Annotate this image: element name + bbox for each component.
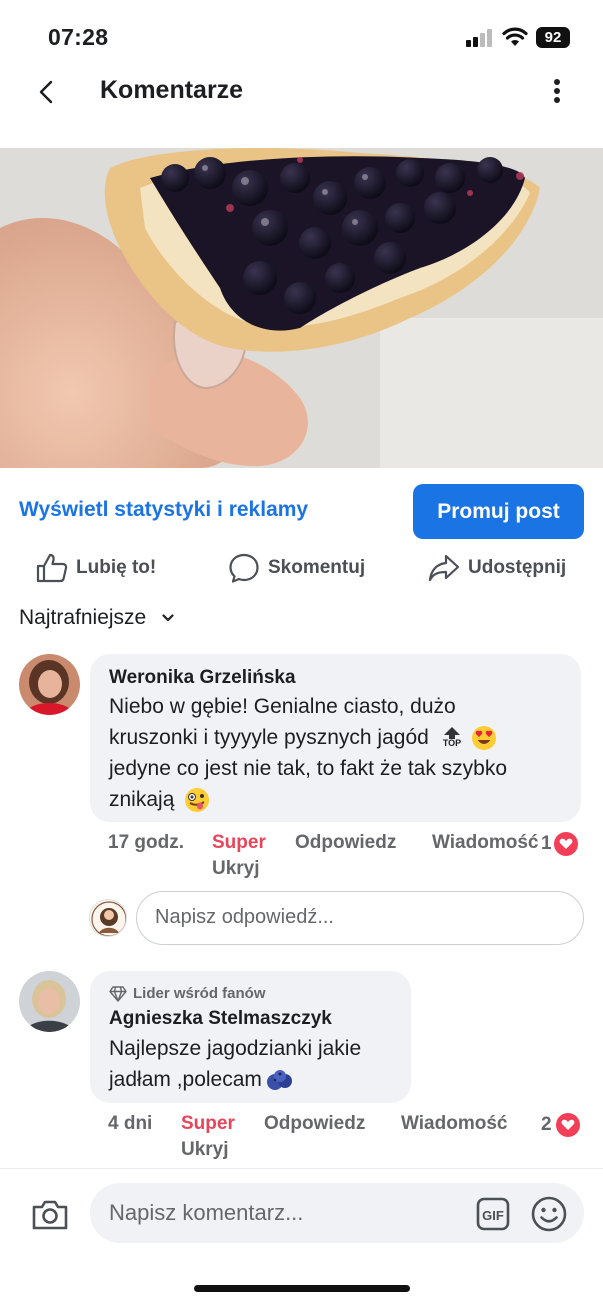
view-insights-link[interactable]: Wyświetl statystyki i reklamy <box>19 498 308 522</box>
comment-composer: Napisz komentarz... GIF <box>0 1168 603 1304</box>
hide-button[interactable]: Ukryj <box>212 858 260 880</box>
zany-face-emoji <box>185 787 210 812</box>
reply-button[interactable]: Odpowiedz <box>295 832 396 854</box>
thumbs-up-icon <box>36 553 68 583</box>
page-avatar <box>89 899 127 937</box>
comment-timestamp: 4 dni <box>108 1113 153 1134</box>
reply-input[interactable]: Napisz odpowiedź... <box>136 891 584 945</box>
chevron-down-icon <box>162 614 174 622</box>
reaction-button[interactable]: Super <box>181 1113 235 1135</box>
comment-bubble[interactable]: Lider wśród fanów Agnieszka Stelmaszczyk… <box>90 971 411 1103</box>
diamond-icon <box>109 985 127 1002</box>
post-photo[interactable] <box>0 148 603 468</box>
emoji-icon[interactable] <box>530 1195 568 1233</box>
speech-bubble-icon <box>229 553 259 583</box>
comment-text: Najlepsze jagodzianki jakie jadłam ,pole… <box>109 1037 362 1091</box>
blueberry-bun-illustration <box>0 148 603 468</box>
heart-reaction-icon <box>555 1113 580 1137</box>
page-title: Komentarze <box>100 76 244 104</box>
svg-text:GIF: GIF <box>482 1208 504 1223</box>
comment-author[interactable]: Agnieszka Stelmaszczyk <box>109 1008 332 1030</box>
cellular-signal-icon <box>466 29 494 47</box>
comment-author[interactable]: Weronika Grzelińska <box>109 667 296 689</box>
comment-label: Skomentuj <box>268 557 366 578</box>
blueberries-emoji <box>266 1069 292 1090</box>
comment-sort-dropdown[interactable]: Najtrafniejsze <box>19 606 174 630</box>
back-button[interactable] <box>28 74 64 110</box>
comment-text: Niebo w gębie! Genialne ciasto, dużo kru… <box>109 695 508 812</box>
heart-eyes-emoji <box>472 725 497 750</box>
status-time: 07:28 <box>48 24 109 50</box>
message-button[interactable]: Wiadomość <box>401 1113 507 1135</box>
chevron-left-icon <box>39 80 53 104</box>
sort-label: Najtrafniejsze <box>19 606 147 629</box>
top-arrow-emoji: TOP <box>443 727 461 748</box>
heart-reaction-icon <box>553 832 578 856</box>
like-label: Lubię to! <box>76 557 157 578</box>
reaction-button[interactable]: Super <box>212 832 266 854</box>
promote-post-button[interactable]: Promuj post <box>413 484 584 539</box>
share-arrow-icon <box>428 554 460 582</box>
comment-timestamp: 17 godz. <box>108 832 185 853</box>
battery-indicator: 92 <box>536 27 570 48</box>
home-indicator <box>194 1285 410 1292</box>
reaction-count[interactable]: 2 <box>541 1113 580 1137</box>
wifi-icon <box>502 27 528 46</box>
reply-button[interactable]: Odpowiedz <box>264 1113 365 1135</box>
user-photo <box>19 971 80 1032</box>
message-button[interactable]: Wiadomość <box>432 832 538 854</box>
user-photo <box>19 654 80 715</box>
share-button[interactable]: Udostępnij <box>428 548 566 588</box>
hide-button[interactable]: Ukryj <box>181 1139 229 1161</box>
camera-icon[interactable] <box>30 1195 70 1235</box>
reaction-count[interactable]: 1 <box>541 832 578 856</box>
gif-icon[interactable]: GIF <box>476 1197 510 1231</box>
more-vertical-icon <box>554 79 560 103</box>
share-label: Udostępnij <box>468 557 567 578</box>
avatar[interactable] <box>19 971 80 1032</box>
like-button[interactable]: Lubię to! <box>36 548 156 588</box>
comment-button[interactable]: Skomentuj <box>228 548 365 588</box>
bakery-logo-icon <box>90 900 126 936</box>
comment-bubble[interactable]: Weronika Grzelińska Niebo w gębie! Genia… <box>90 654 581 822</box>
nav-bar: Komentarze <box>0 62 603 118</box>
avatar[interactable] <box>19 654 80 715</box>
more-options-button[interactable] <box>540 74 574 108</box>
fan-badge: Lider wśród fanów <box>109 985 266 1002</box>
post-actions: Lubię to! Skomentuj Udostępnij <box>0 548 603 588</box>
